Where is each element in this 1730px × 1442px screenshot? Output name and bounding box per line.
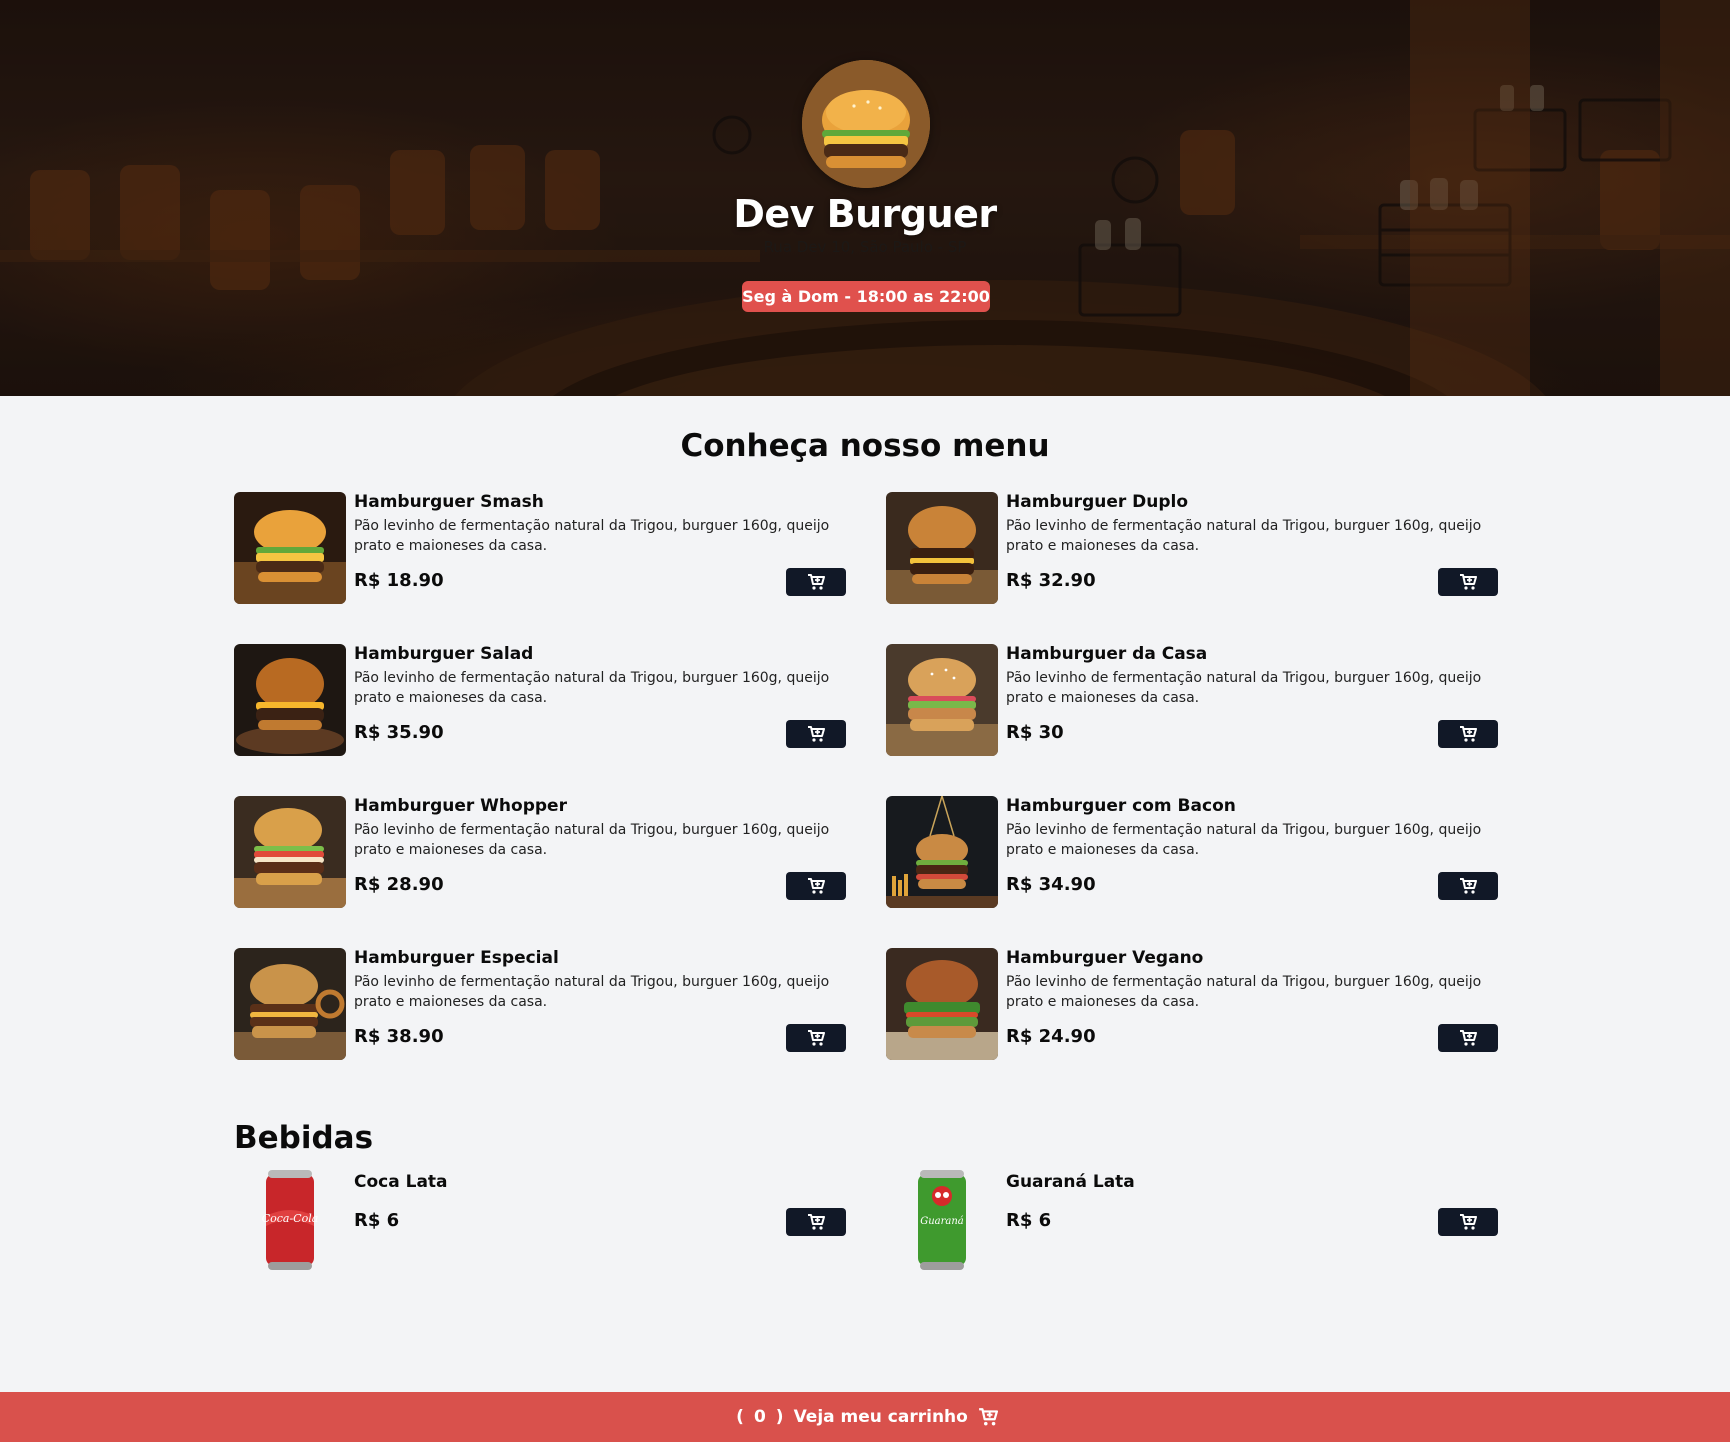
opening-hours-badge: Seg à Dom - 18:00 as 22:00 <box>742 281 990 312</box>
drink-item: Coca-Cola Coca Lata R$ 6 <box>234 1168 846 1280</box>
cart-count-close-paren: ) <box>775 1407 784 1427</box>
hero-banner: Dev Burguer Rua Dev 10, São Paulo - SP S… <box>0 0 1730 396</box>
item-price: R$ 35.90 <box>354 722 444 743</box>
cart-count-open-paren: ( <box>736 1407 744 1427</box>
item-name: Guaraná Lata <box>1006 1172 1135 1192</box>
view-cart-bar[interactable]: ( 0 ) Veja meu carrinho <box>0 1392 1730 1442</box>
item-name: Hamburguer da Casa <box>1006 644 1208 664</box>
item-price: R$ 6 <box>354 1210 400 1231</box>
burger-photo <box>886 644 998 756</box>
item-price: R$ 6 <box>1006 1210 1052 1231</box>
item-price: R$ 28.90 <box>354 874 444 895</box>
svg-text:Guaraná: Guaraná <box>920 1216 964 1227</box>
add-to-cart-button[interactable] <box>786 720 846 748</box>
item-description: Pão levinho de fermentação natural da Tr… <box>354 822 830 858</box>
item-price: R$ 38.90 <box>354 1026 444 1047</box>
item-price: R$ 30 <box>1006 722 1064 743</box>
item-price: R$ 18.90 <box>354 570 444 591</box>
cart-icon <box>978 1408 998 1426</box>
add-to-cart-button[interactable] <box>1438 1208 1498 1236</box>
burger-logo <box>802 60 930 188</box>
item-price: R$ 34.90 <box>1006 874 1096 895</box>
item-description: Pão levinho de fermentação natural da Tr… <box>1006 822 1482 858</box>
drinks-section-title: Bebidas <box>234 1120 374 1156</box>
item-price: R$ 24.90 <box>1006 1026 1096 1047</box>
cart-plus-icon <box>808 574 825 590</box>
item-description: Pão levinho de fermentação natural da Tr… <box>1006 518 1482 554</box>
item-name: Hamburguer Smash <box>354 492 544 512</box>
burger-photo <box>234 644 346 756</box>
item-description: Pão levinho de fermentação natural da Tr… <box>1006 670 1482 706</box>
add-to-cart-button[interactable] <box>1438 720 1498 748</box>
cart-plus-icon <box>1460 878 1477 894</box>
view-cart-label: Veja meu carrinho <box>793 1407 968 1427</box>
drink-item: Guaraná Guaraná Lata R$ 6 <box>886 1168 1498 1280</box>
add-to-cart-button[interactable] <box>786 1208 846 1236</box>
add-to-cart-button[interactable] <box>1438 872 1498 900</box>
burger-photo <box>234 948 346 1060</box>
hero-content: Dev Burguer Rua Dev 10, São Paulo - SP S… <box>0 0 1730 396</box>
item-name: Hamburguer Whopper <box>354 796 567 816</box>
menu-item: Hamburguer com Bacon Pão levinho de ferm… <box>886 796 1498 908</box>
burger-photo <box>234 796 346 908</box>
cart-plus-icon <box>808 726 825 742</box>
cart-plus-icon <box>1460 726 1477 742</box>
guarana-can-image: Guaraná <box>886 1168 998 1280</box>
item-description: Pão levinho de fermentação natural da Tr… <box>354 670 830 706</box>
item-name: Hamburguer Duplo <box>1006 492 1189 512</box>
add-to-cart-button[interactable] <box>786 872 846 900</box>
item-name: Hamburguer Vegano <box>1006 948 1204 968</box>
burger-photo <box>886 796 998 908</box>
menu-item: Hamburguer Vegano Pão levinho de ferment… <box>886 948 1498 1060</box>
item-name: Hamburguer Especial <box>354 948 559 968</box>
cart-plus-icon <box>1460 574 1477 590</box>
item-description: Pão levinho de fermentação natural da Tr… <box>1006 974 1482 1010</box>
menu-title: Conheça nosso menu <box>680 428 1050 464</box>
svg-text:Coca-Cola: Coca-Cola <box>262 1212 319 1225</box>
menu-item: Hamburguer Salad Pão levinho de fermenta… <box>234 644 846 756</box>
cart-count: 0 <box>753 1407 766 1427</box>
burger-photo <box>234 492 346 604</box>
item-name: Coca Lata <box>354 1172 448 1192</box>
item-description: Pão levinho de fermentação natural da Tr… <box>354 518 830 554</box>
add-to-cart-button[interactable] <box>786 568 846 596</box>
coca-cola-can-image: Coca-Cola <box>234 1168 346 1280</box>
cart-plus-icon <box>1460 1030 1477 1046</box>
restaurant-name: Dev Burguer <box>733 192 997 236</box>
cart-plus-icon <box>808 1030 825 1046</box>
item-description: Pão levinho de fermentação natural da Tr… <box>354 974 830 1010</box>
burger-photo <box>886 948 998 1060</box>
add-to-cart-button[interactable] <box>786 1024 846 1052</box>
cart-plus-icon <box>808 1214 825 1230</box>
menu-item: Hamburguer da Casa Pão levinho de fermen… <box>886 644 1498 756</box>
cart-plus-icon <box>1460 1214 1477 1230</box>
restaurant-address: Rua Dev 10, São Paulo - SP <box>763 238 967 256</box>
item-price: R$ 32.90 <box>1006 570 1096 591</box>
menu-item: Hamburguer Smash Pão levinho de fermenta… <box>234 492 846 604</box>
item-name: Hamburguer Salad <box>354 644 534 664</box>
menu-item: Hamburguer Especial Pão levinho de ferme… <box>234 948 846 1060</box>
add-to-cart-button[interactable] <box>1438 568 1498 596</box>
menu-item: Hamburguer Duplo Pão levinho de fermenta… <box>886 492 1498 604</box>
burger-photo <box>886 492 998 604</box>
add-to-cart-button[interactable] <box>1438 1024 1498 1052</box>
menu-item: Hamburguer Whopper Pão levinho de fermen… <box>234 796 846 908</box>
cart-plus-icon <box>808 878 825 894</box>
item-name: Hamburguer com Bacon <box>1006 796 1236 816</box>
